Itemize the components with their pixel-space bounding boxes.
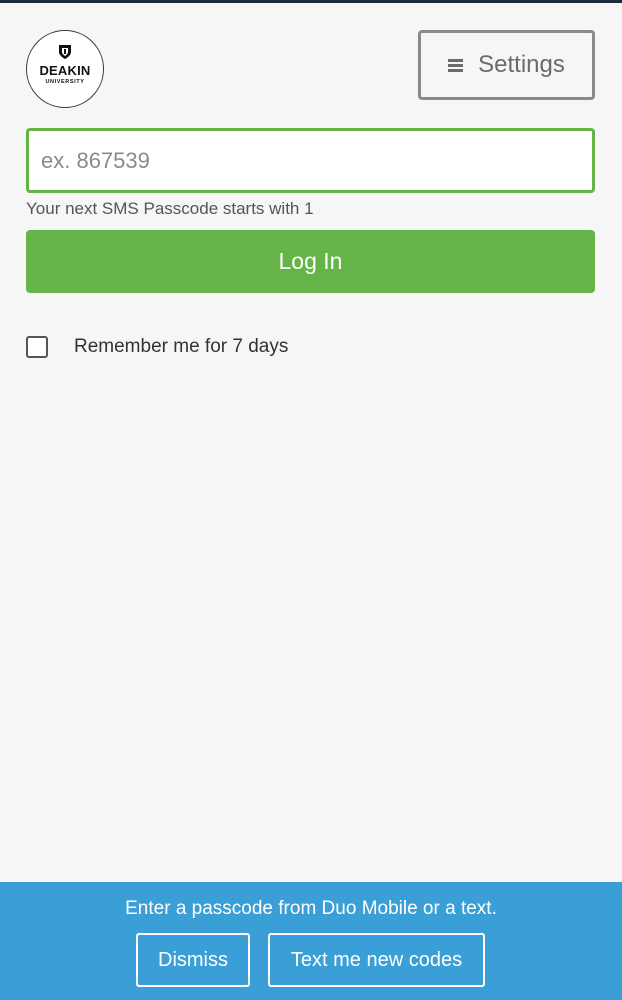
top-strip: [0, 0, 622, 3]
dismiss-button[interactable]: Dismiss: [136, 933, 250, 987]
notice-message: Enter a passcode from Duo Mobile or a te…: [125, 898, 497, 919]
passcode-hint: Your next SMS Passcode starts with 1: [26, 199, 314, 218]
logo-name: DEAKIN: [39, 63, 91, 78]
crest-icon: [59, 45, 71, 59]
text-new-codes-button[interactable]: Text me new codes: [268, 933, 485, 987]
remember-label[interactable]: Remember me for 7 days: [74, 335, 288, 359]
settings-label: Settings: [478, 51, 565, 78]
settings-button[interactable]: Settings: [418, 30, 595, 100]
passcode-input[interactable]: [26, 128, 595, 193]
login-button[interactable]: Log In: [26, 230, 595, 293]
remember-checkbox[interactable]: [26, 336, 48, 358]
deakin-logo: DEAKIN UNIVERSITY: [26, 30, 104, 108]
menu-icon: [448, 58, 464, 72]
logo-subtitle: UNIVERSITY: [45, 79, 85, 85]
